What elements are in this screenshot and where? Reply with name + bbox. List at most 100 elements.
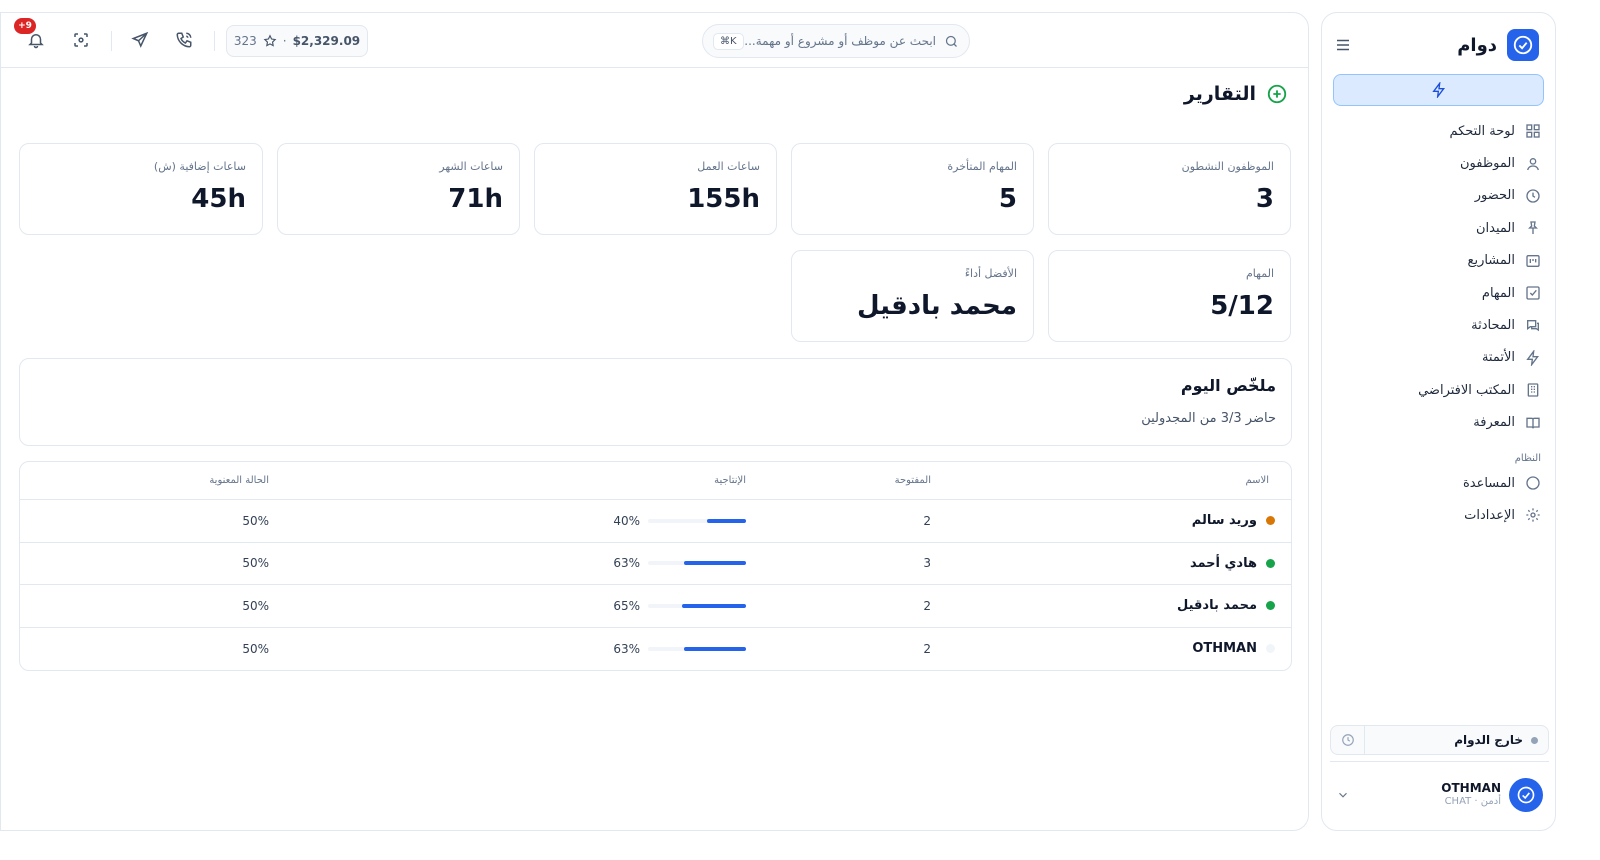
employee-name: OTHMAN [1192,641,1257,657]
points-value: 323 [233,34,257,48]
table-row[interactable]: هادي أحمد 3 63% 50% [20,543,1291,585]
open-tasks-count: 2 [923,641,931,656]
sidebar-item-attendance[interactable]: الحضور [1336,180,1541,212]
open-tasks-count: 2 [923,598,931,613]
table-header: الاسم المفتوحة الإنتاجية الحالة المعنوية [20,462,1291,500]
sidebar-item-virtual-office[interactable]: المكتب الافتراضي [1336,374,1541,406]
stat-card-tasks: المهام 5/12 [1048,250,1291,342]
stat-value: 5/12 [1210,291,1274,321]
column-header-name[interactable]: الاسم [1245,462,1269,499]
table-row[interactable]: وريد سالم 2 40% 50% [20,500,1291,543]
status-dot [1266,516,1275,526]
stat-label: الأفضل أداءً [964,267,1017,280]
sidebar-nav: لوحة التحكم الموظفون الحضور الميدان المش… [1336,115,1541,532]
sidebar-item-label: لوحة التحكم [1449,123,1515,139]
app-root: دوام لوحة التحكم الموظفون الحضور الميدان… [0,0,1600,860]
notification-badge: +9 [14,18,36,34]
productivity-cell: 40% [613,500,746,542]
summary-title: ملخّص اليوم [1180,376,1276,395]
brand-row: دوام [1334,29,1543,61]
plus-circle-icon[interactable] [1266,83,1288,105]
productivity-value: 63% [613,556,640,571]
hamburger-menu-icon[interactable] [1334,36,1352,54]
open-tasks-count: 3 [923,556,931,571]
sidebar-item-label: الإعدادات [1464,507,1515,523]
sidebar-item-employees[interactable]: الموظفون [1336,147,1541,179]
productivity-cell: 63% [613,628,746,671]
wallet-amount: $2,329.09 [292,34,361,48]
quick-action-button[interactable] [1333,74,1544,106]
phone-icon[interactable] [175,31,193,49]
productivity-bar-fill [682,603,746,608]
stat-value: 3 [1255,184,1274,214]
building-icon [1527,383,1539,397]
stat-value: 155h [687,184,760,214]
pin-icon [1528,221,1538,235]
employee-name: وريد سالم [1191,513,1257,529]
productivity-bar-fill [706,518,746,523]
sidebar-item-projects[interactable]: المشاريع [1336,245,1541,277]
user-profile[interactable]: OTHMAN أدمن · CHAT [1336,777,1543,813]
kanban-icon [1526,254,1540,267]
shift-status[interactable]: خارج الدوام [1330,725,1549,755]
column-header-morale[interactable]: الحالة المعنوية [209,462,269,499]
sidebar-item-knowledge[interactable]: المعرفة [1336,407,1541,439]
user-name: OTHMAN [1441,781,1501,795]
brand-logo-icon[interactable] [1507,29,1539,61]
search-input[interactable]: ابحث عن موظف أو مشروع أو مهمة... ⌘K [702,24,970,58]
sidebar-item-label: المشاريع [1467,253,1515,269]
screen-capture-icon[interactable] [72,31,90,49]
chevron-down-icon[interactable] [1336,788,1350,802]
sidebar-item-label: الحضور [1474,188,1515,204]
sidebar-item-label: الموظفون [1460,156,1515,172]
morale-value: 50% [242,513,269,528]
productivity-bar [648,603,746,608]
stat-label: ساعات إضافية (ش) [153,160,246,173]
sidebar-item-dashboard[interactable]: لوحة التحكم [1336,115,1541,147]
search-placeholder: ابحث عن موظف أو مشروع أو مهمة... [744,34,936,48]
sidebar: دوام لوحة التحكم الموظفون الحضور الميدان… [1321,12,1556,831]
send-icon[interactable] [131,31,149,49]
avatar [1509,778,1543,812]
divider [111,31,112,51]
sidebar-item-field[interactable]: الميدان [1336,212,1541,244]
brand-name: دوام [1457,34,1497,56]
wallet-points-widget[interactable]: 323 · $2,329.09 [226,25,368,57]
table-row[interactable]: OTHMAN 2 63% 50% [20,628,1291,671]
user-role: أدمن · CHAT [1444,796,1501,807]
clock-icon[interactable] [1331,726,1365,754]
sidebar-item-help[interactable]: المساعدة [1336,467,1541,499]
sidebar-item-chat[interactable]: المحادثة [1336,309,1541,341]
morale-value: 50% [242,641,269,656]
stat-card-month-hours: ساعات الشهر 71h [277,143,520,235]
productivity-value: 63% [613,641,640,656]
productivity-bar [648,561,746,566]
stat-card-work-hours: ساعات العمل 155h [534,143,777,235]
morale-value: 50% [242,556,269,571]
star-icon [263,34,277,47]
page-title: التقارير [1183,83,1256,105]
open-tasks-count: 2 [923,513,931,528]
grid-icon [1526,124,1540,138]
column-header-productivity[interactable]: الإنتاجية [714,462,746,499]
summary-text: حاضر 3/3 من المجدولين [1141,411,1276,426]
book-icon [1526,417,1540,429]
productivity-bar [648,646,746,651]
top-bar: +9 323 · $2,329.09 ابحث عن موظف أو مشروع… [1,13,1308,68]
shift-status-dot [1531,736,1538,744]
stat-card-active-employees: الموظفون النشطون 3 [1048,143,1291,235]
sidebar-item-tasks[interactable]: المهام [1336,277,1541,309]
stat-label: ساعات الشهر [439,160,503,173]
column-header-open[interactable]: المفتوحة [895,462,931,499]
user-icon [1527,157,1539,170]
sidebar-item-automation[interactable]: الأتمتة [1336,342,1541,374]
clock-icon [1526,189,1540,203]
stat-label: المهام [1246,267,1274,280]
search-icon [945,35,957,47]
sidebar-item-label: المكتب الافتراضي [1418,382,1515,398]
divider [214,31,215,51]
morale-value: 50% [242,598,269,613]
main-content: +9 323 · $2,329.09 ابحث عن موظف أو مشروع… [0,12,1309,831]
table-row[interactable]: محمد بادقيل 2 65% 50% [20,585,1291,628]
sidebar-item-settings[interactable]: الإعدادات [1336,499,1541,531]
